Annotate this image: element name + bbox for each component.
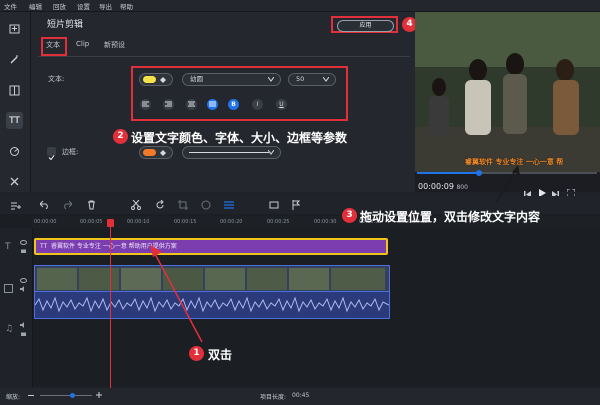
align-justify-button[interactable] xyxy=(207,99,218,110)
zoom-slider-thumb[interactable] xyxy=(70,393,75,398)
menu-help[interactable]: 帮助 xyxy=(120,1,133,11)
rotate-icon[interactable] xyxy=(155,200,165,210)
undo-icon[interactable] xyxy=(40,200,50,209)
menu-file[interactable]: 文件 xyxy=(4,1,17,11)
flag-icon[interactable] xyxy=(292,200,300,210)
callout-badge-2: 2 xyxy=(113,129,128,144)
titles-icon[interactable]: TT xyxy=(6,112,23,129)
cut-icon[interactable] xyxy=(131,200,141,210)
ruler-tick: 00:00:10 xyxy=(127,219,150,225)
redo-icon[interactable] xyxy=(62,200,72,209)
transition-icon[interactable] xyxy=(6,82,23,99)
paint-bucket-icon xyxy=(160,77,166,83)
video-track-icon xyxy=(4,284,13,293)
playhead-handle[interactable] xyxy=(107,219,114,227)
font-size-value: 50 xyxy=(296,75,305,83)
music-track-icon: ♫ xyxy=(5,324,14,334)
crop-icon[interactable] xyxy=(178,200,188,210)
chevron-down-icon xyxy=(323,77,329,82)
speaker-icon[interactable] xyxy=(20,286,27,292)
import-icon[interactable] xyxy=(6,20,23,37)
menu-settings[interactable]: 设置 xyxy=(77,1,90,11)
eye-icon[interactable] xyxy=(20,278,27,283)
magic-wand-icon[interactable] xyxy=(6,51,23,68)
border-color-picker[interactable] xyxy=(139,146,173,159)
chevron-down-icon xyxy=(268,150,274,155)
apply-button[interactable]: 应用 xyxy=(337,20,394,32)
color-swatch-orange xyxy=(143,149,156,156)
align-center-button[interactable] xyxy=(186,99,197,110)
chevron-down-icon xyxy=(268,77,274,82)
lock-icon[interactable] xyxy=(20,330,27,336)
menu-bar: 文件 编辑 回放 设置 导出 帮助 xyxy=(0,0,600,12)
zoom-in-icon[interactable] xyxy=(96,392,102,398)
ruler-tick: 00:00:15 xyxy=(174,219,197,225)
text-color-picker[interactable] xyxy=(139,73,173,86)
border-checkbox[interactable] xyxy=(47,147,56,161)
record-icon[interactable] xyxy=(269,200,279,210)
ruler-tick: 00:00:05 xyxy=(80,219,103,225)
ruler-tick: 00:00:20 xyxy=(220,219,243,225)
color-adjust-icon[interactable] xyxy=(201,200,211,210)
speaker-icon[interactable] xyxy=(20,322,27,328)
border-width-dropdown[interactable] xyxy=(182,146,281,159)
project-length-value: 00:45 xyxy=(292,392,310,399)
callout-1-arrow xyxy=(150,245,203,343)
underline-button[interactable]: U xyxy=(276,99,287,110)
font-family-dropdown[interactable]: 幼圆 xyxy=(182,73,281,86)
align-right-button[interactable] xyxy=(163,99,174,110)
menu-edit[interactable]: 编辑 xyxy=(29,1,42,11)
line-sample xyxy=(189,152,269,153)
menu-playback[interactable]: 回放 xyxy=(53,1,66,11)
title-icon: TT xyxy=(40,243,48,250)
italic-button[interactable]: I xyxy=(252,99,263,110)
add-track-icon[interactable] xyxy=(11,201,21,210)
tool-sidebar: TT xyxy=(0,12,31,192)
align-left-button[interactable] xyxy=(140,99,151,110)
preview-progress-fill xyxy=(417,172,479,174)
tab-text[interactable]: 文本 xyxy=(46,40,60,50)
eye-icon[interactable] xyxy=(20,240,27,245)
ruler-tick: 00:00:00 xyxy=(34,219,57,225)
checkmark-icon xyxy=(48,155,55,161)
tab-new-preset[interactable]: 新预设 xyxy=(104,40,125,50)
zoom-out-icon[interactable] xyxy=(28,394,34,397)
settings-sliders-icon[interactable] xyxy=(224,200,234,210)
preview-scrubber[interactable] xyxy=(476,170,482,176)
lock-icon[interactable] xyxy=(20,247,27,253)
timecode: 00:00:09 800 xyxy=(418,182,468,191)
sticker-icon[interactable] xyxy=(6,143,23,160)
font-family-value: 幼圆 xyxy=(190,75,203,83)
zoom-slider-track[interactable] xyxy=(40,395,92,396)
status-bar: 缩放: 项目长度: 00:45 xyxy=(0,388,600,405)
panel-title: 短片剪辑 xyxy=(47,20,84,30)
callout-3-arrow xyxy=(495,165,520,204)
ruler-tick: 00:00:30 xyxy=(314,219,337,225)
color-swatch-yellow xyxy=(143,76,156,83)
delete-icon[interactable] xyxy=(87,200,96,210)
video-frame: 睿翼软件 专业专注 一心一意 帮 xyxy=(415,12,600,172)
tab-clip[interactable]: Clip xyxy=(76,40,89,48)
bold-button[interactable]: B xyxy=(228,99,239,110)
zoom-label: 缩放: xyxy=(6,394,21,401)
border-label: 边框: xyxy=(62,148,79,156)
menu-export[interactable]: 导出 xyxy=(99,1,112,11)
track-headers: T ♫ xyxy=(0,228,33,388)
callout-3-text: 拖动设置位置，双击修改文字内容 xyxy=(360,210,541,224)
callout-2-text: 设置文字颜色、字体、大小、边框等参数 xyxy=(131,131,348,145)
text-label: 文本: xyxy=(48,75,65,83)
playhead[interactable] xyxy=(110,220,111,388)
font-size-dropdown[interactable]: 50 xyxy=(288,73,336,86)
callout-badge-3: 3 xyxy=(342,208,357,223)
tab-divider xyxy=(38,56,410,57)
ruler-tick: 00:00:25 xyxy=(267,219,290,225)
project-length-label: 项目长度: xyxy=(260,394,287,401)
text-track-icon: T xyxy=(5,242,11,252)
callout-badge-1: 1 xyxy=(189,346,204,361)
tools-icon[interactable] xyxy=(6,173,23,190)
apply-highlight: 应用 xyxy=(331,16,398,33)
paint-bucket-icon xyxy=(160,150,166,156)
callout-1-text: 双击 xyxy=(208,348,233,362)
